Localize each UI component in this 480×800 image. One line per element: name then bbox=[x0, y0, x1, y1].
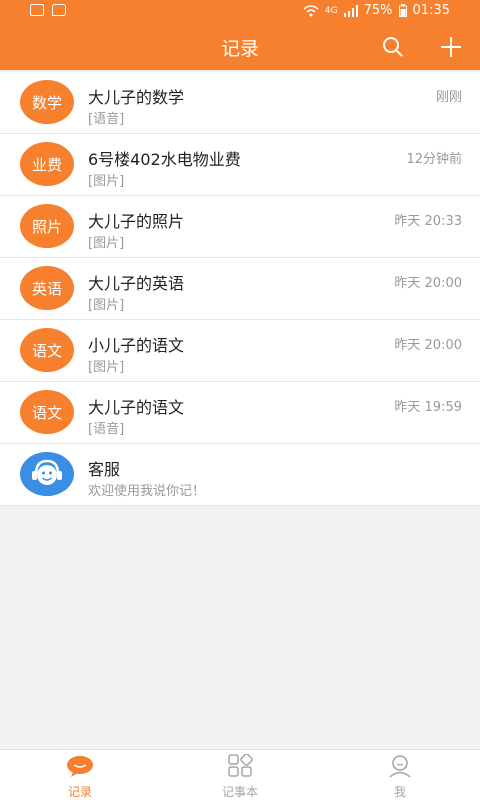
category-avatar: 照片 bbox=[20, 204, 74, 248]
list-item[interactable]: 数学 大儿子的数学 [语音] 刚刚 bbox=[0, 72, 480, 134]
category-avatar: 英语 bbox=[20, 266, 74, 310]
record-time: 12分钟前 bbox=[406, 152, 462, 167]
record-title: 大儿子的照片 bbox=[88, 212, 185, 231]
signal-icon bbox=[343, 4, 358, 17]
record-time: 昨天 19:59 bbox=[394, 400, 462, 415]
record-title: 大儿子的语文 bbox=[88, 398, 185, 417]
image-notification-icon bbox=[30, 4, 44, 16]
list-item[interactable]: 英语 大儿子的英语 [图片] 昨天 20:00 bbox=[0, 258, 480, 320]
status-bar: 4G 75% 01:35 bbox=[0, 0, 480, 24]
record-time: 昨天 20:33 bbox=[394, 214, 462, 229]
category-avatar: 数学 bbox=[20, 80, 74, 124]
record-title: 6号楼402水电物业费 bbox=[88, 150, 241, 169]
category-avatar: 语文 bbox=[20, 328, 74, 372]
battery-percent: 75% bbox=[363, 3, 393, 18]
tab-me[interactable]: 我 bbox=[360, 754, 440, 800]
bottom-tab-bar: 记录 记事本 我 bbox=[0, 749, 480, 800]
tab-records[interactable]: 记录 bbox=[40, 754, 120, 800]
record-title: 小儿子的语文 bbox=[88, 336, 185, 355]
service-title: 客服 bbox=[88, 460, 121, 479]
tab-label: 记事本 bbox=[221, 785, 258, 799]
app-bar: 记录 bbox=[0, 24, 480, 70]
record-time: 昨天 20:00 bbox=[394, 276, 462, 291]
record-type: [语音] bbox=[88, 112, 125, 127]
list-item[interactable]: 语文 大儿子的语文 [语音] 昨天 19:59 bbox=[0, 382, 480, 444]
list-item[interactable]: 照片 大儿子的照片 [图片] 昨天 20:33 bbox=[0, 196, 480, 258]
battery-icon bbox=[398, 4, 407, 17]
record-title: 大儿子的英语 bbox=[88, 274, 185, 293]
headset-smiley-icon bbox=[32, 459, 62, 485]
add-icon[interactable] bbox=[440, 36, 462, 58]
record-type: [图片] bbox=[88, 360, 125, 375]
tab-label: 我 bbox=[393, 785, 406, 799]
record-type: [图片] bbox=[88, 298, 125, 313]
category-avatar: 语文 bbox=[20, 390, 74, 434]
wifi-icon bbox=[303, 4, 319, 16]
chat-bubble-icon bbox=[67, 756, 93, 777]
message-notification-icon bbox=[52, 4, 66, 16]
record-list: 数学 大儿子的数学 [语音] 刚刚 业费 6号楼402水电物业费 [图片] 12… bbox=[0, 72, 480, 506]
record-type: [图片] bbox=[88, 236, 125, 251]
record-type: [图片] bbox=[88, 174, 125, 189]
tab-label: 记录 bbox=[67, 785, 92, 799]
record-time: 刚刚 bbox=[435, 90, 462, 105]
user-icon bbox=[389, 755, 411, 778]
service-subtitle: 欢迎使用我说你记！ bbox=[88, 484, 206, 499]
customer-service-item[interactable]: 客服 欢迎使用我说你记！ bbox=[0, 444, 480, 506]
record-title: 大儿子的数学 bbox=[88, 88, 185, 107]
clock: 01:35 bbox=[412, 3, 450, 18]
grid-icon bbox=[228, 753, 253, 777]
record-type: [语音] bbox=[88, 422, 125, 437]
search-icon[interactable] bbox=[382, 36, 404, 58]
network-type: 4G bbox=[324, 5, 338, 16]
customer-service-avatar bbox=[20, 452, 74, 496]
record-time: 昨天 20:00 bbox=[394, 338, 462, 353]
list-item[interactable]: 语文 小儿子的语文 [图片] 昨天 20:00 bbox=[0, 320, 480, 382]
page-title: 记录 bbox=[220, 38, 259, 60]
category-avatar: 业费 bbox=[20, 142, 74, 186]
list-item[interactable]: 业费 6号楼402水电物业费 [图片] 12分钟前 bbox=[0, 134, 480, 196]
tab-notebook[interactable]: 记事本 bbox=[200, 753, 280, 800]
